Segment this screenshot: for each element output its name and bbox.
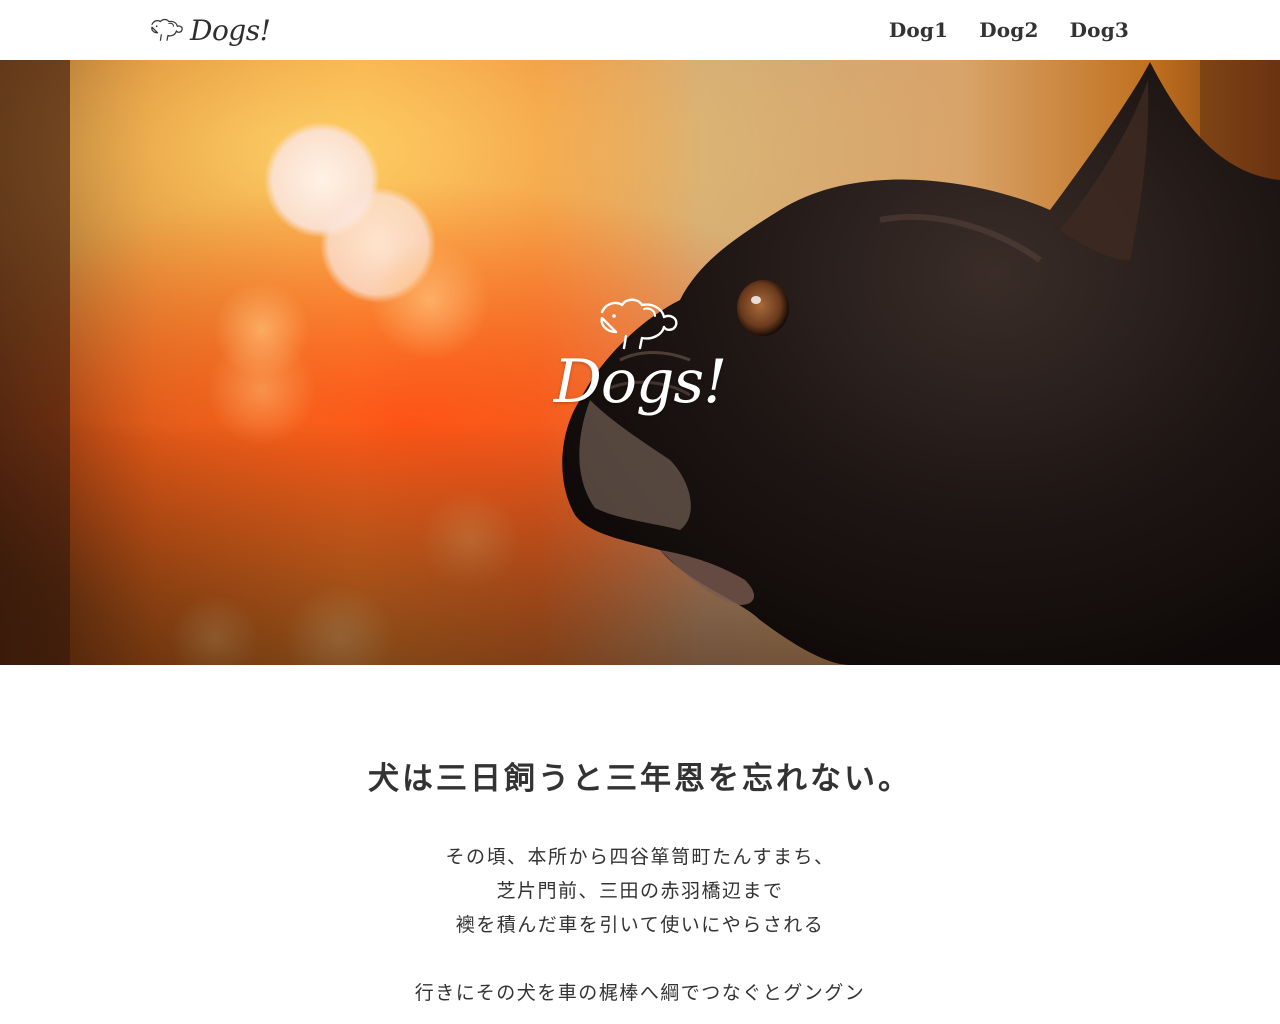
main-content: 犬は三日飼うと三年恩を忘れない。 その頃、本所から四谷箪笥町たんすまち、 芝片門… [0, 665, 1280, 1024]
paragraph-line: 行きにその犬を車の梶棒へ綱でつなぐとグングン [414, 982, 866, 1004]
nav-item-dog2[interactable]: Dog2 [979, 18, 1038, 42]
hero-banner: Dogs! [0, 60, 1280, 665]
brand-logo-link[interactable]: Dogs! [148, 8, 271, 52]
dog-logo-icon [151, 18, 183, 41]
site-header: Dogs! Dog1 Dog2 Dog3 [0, 0, 1280, 60]
nav-item-dog1[interactable]: Dog1 [889, 18, 948, 42]
paragraph-line: 芝片門前、三田の赤羽橋辺まで [496, 880, 784, 902]
dog-logo-icon [600, 298, 678, 350]
paragraph-line: 襖を積んだ車を引いて使いにやらされる [455, 914, 825, 936]
body-paragraph: 行きにその犬を車の梶棒へ綱でつなぐとグングン [0, 976, 1280, 1010]
body-paragraph: その頃、本所から四谷箪笥町たんすまち、 芝片門前、三田の赤羽橋辺まで 襖を積んだ… [0, 840, 1280, 942]
paragraph-line: その頃、本所から四谷箪笥町たんすまち、 [445, 846, 835, 868]
nav-item-dog3[interactable]: Dog3 [1070, 18, 1129, 42]
brand-name: Dogs! [190, 13, 271, 47]
hero-logo: Dogs! [540, 290, 740, 440]
page-headline: 犬は三日飼うと三年恩を忘れない。 [368, 761, 912, 797]
main-nav: Dog1 Dog2 Dog3 [889, 0, 1129, 60]
hero-logo-text: Dogs! [553, 347, 728, 417]
